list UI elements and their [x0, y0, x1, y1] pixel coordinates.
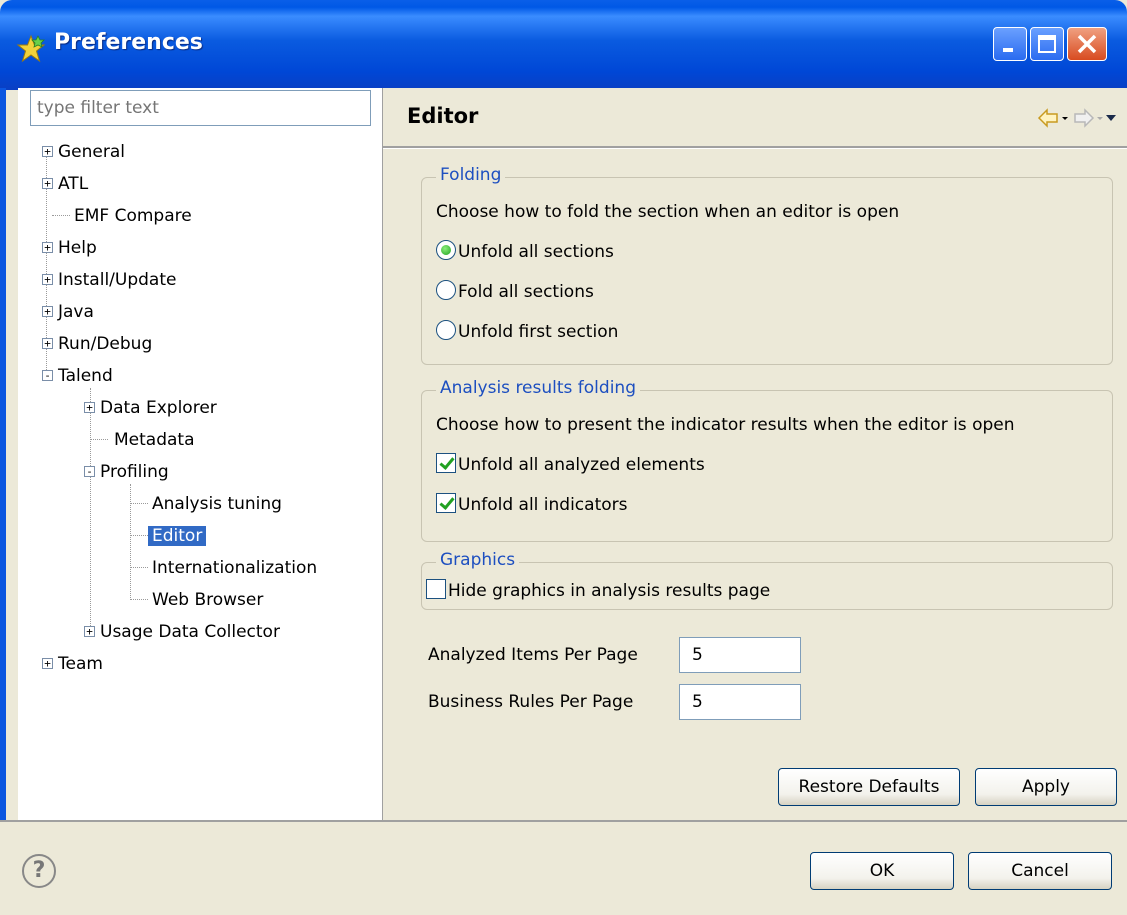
- tree-item-label: Metadata: [114, 430, 195, 450]
- tree-item-label: Usage Data Collector: [100, 622, 280, 642]
- tree-item-label: Web Browser: [152, 590, 264, 610]
- tree-item-label: ATL: [58, 174, 89, 194]
- maximize-button[interactable]: [1030, 27, 1064, 61]
- checkbox-icon[interactable]: [426, 579, 446, 599]
- tree-item-label: General: [58, 142, 125, 162]
- tree-line: [90, 439, 108, 440]
- back-dropdown-icon[interactable]: [1062, 117, 1068, 120]
- option-label: Fold all sections: [458, 282, 594, 302]
- back-arrow-icon[interactable]: [1037, 108, 1058, 128]
- tree-item-web-browser[interactable]: Web Browser: [152, 586, 263, 614]
- editor-preferences-page: Editor Folding Choose how to fold the se…: [383, 88, 1127, 820]
- radio-icon[interactable]: [436, 280, 456, 300]
- group-title: Analysis results folding: [436, 378, 640, 398]
- minimize-button[interactable]: [993, 27, 1027, 61]
- close-button[interactable]: [1067, 27, 1107, 61]
- tree-item-editor[interactable]: Editor: [148, 522, 207, 550]
- tree-item-label: Data Explorer: [100, 398, 217, 418]
- tree-item-analysis-tuning[interactable]: Analysis tuning: [152, 490, 282, 518]
- apply-button[interactable]: Apply: [975, 768, 1117, 806]
- star-icon: [16, 34, 46, 63]
- option-label: Hide graphics in analysis results page: [448, 581, 771, 601]
- group-description: Choose how to fold the section when an e…: [436, 202, 900, 222]
- group-title: Graphics: [436, 550, 520, 570]
- analyzed-items-field[interactable]: [679, 637, 801, 673]
- analysis-results-folding-group: Analysis results folding Choose how to p…: [421, 378, 1113, 542]
- header-divider: [383, 146, 1127, 149]
- radio-icon[interactable]: [436, 240, 456, 260]
- tree-item-internationalization[interactable]: Internationalization: [152, 554, 317, 582]
- help-icon[interactable]: ?: [22, 854, 56, 888]
- tree-item-label: Editor: [148, 526, 207, 546]
- expand-icon[interactable]: +: [42, 274, 53, 285]
- fold-all-sections-radio[interactable]: Fold all sections: [436, 279, 594, 305]
- group-description: Choose how to present the indicator resu…: [436, 415, 1015, 435]
- maximize-icon: [1038, 35, 1056, 53]
- forward-arrow-icon[interactable]: [1074, 108, 1095, 128]
- unfold-all-indicators-checkbox[interactable]: Unfold all indicators: [436, 492, 627, 518]
- tree-line: [130, 535, 148, 536]
- expand-icon[interactable]: +: [84, 626, 95, 637]
- collapse-icon[interactable]: -: [42, 370, 53, 381]
- view-menu-icon[interactable]: [1106, 115, 1116, 121]
- expand-icon[interactable]: +: [42, 658, 53, 669]
- tree-item-label: Run/Debug: [58, 334, 153, 354]
- preferences-tree-panel: + General + ATL EMF Compare + Help + Ins…: [18, 88, 383, 820]
- filter-input[interactable]: [30, 90, 371, 126]
- graphics-group: Graphics Hide graphics in analysis resul…: [421, 550, 1113, 610]
- tree-item-label: Java: [58, 302, 94, 322]
- expand-icon[interactable]: +: [42, 146, 53, 157]
- tree-line: [130, 567, 148, 568]
- window-frame: [0, 88, 6, 913]
- option-label: Unfold all sections: [458, 242, 614, 262]
- hide-graphics-checkbox[interactable]: Hide graphics in analysis results page: [426, 578, 770, 604]
- forward-dropdown-icon[interactable]: [1097, 117, 1103, 120]
- window-title: Preferences: [54, 30, 203, 55]
- expand-icon[interactable]: +: [42, 242, 53, 253]
- business-rules-field[interactable]: [679, 684, 801, 720]
- collapse-icon[interactable]: -: [84, 466, 95, 477]
- radio-icon[interactable]: [436, 320, 456, 340]
- cancel-button[interactable]: Cancel: [968, 852, 1112, 890]
- option-label: Unfold all analyzed elements: [458, 455, 705, 475]
- tree-line: [130, 599, 148, 600]
- business-rules-label: Business Rules Per Page: [428, 692, 634, 712]
- folding-group: Folding Choose how to fold the section w…: [421, 165, 1113, 365]
- option-label: Unfold all indicators: [458, 495, 628, 515]
- ok-button[interactable]: OK: [810, 852, 954, 890]
- tree-line: [130, 484, 131, 598]
- tree-item-label: Team: [58, 654, 103, 674]
- page-navigation: [1037, 108, 1116, 128]
- unfold-all-sections-radio[interactable]: Unfold all sections: [436, 239, 614, 265]
- tree-line: [52, 215, 70, 216]
- tree-item-label: Analysis tuning: [152, 494, 282, 514]
- unfold-all-analyzed-elements-checkbox[interactable]: Unfold all analyzed elements: [436, 452, 705, 478]
- expand-icon[interactable]: +: [42, 338, 53, 349]
- tree-item-label: Install/Update: [58, 270, 177, 290]
- checkbox-icon[interactable]: [436, 493, 456, 513]
- group-title: Folding: [436, 165, 506, 185]
- tree-line: [130, 503, 148, 504]
- expand-icon[interactable]: +: [84, 402, 95, 413]
- unfold-first-section-radio[interactable]: Unfold first section: [436, 319, 618, 345]
- tree-line: [90, 388, 91, 632]
- tree-item-label: Profiling: [100, 462, 169, 482]
- tree-item-label: Talend: [58, 366, 113, 386]
- restore-defaults-button[interactable]: Restore Defaults: [778, 768, 960, 806]
- title-bar[interactable]: Preferences: [0, 0, 1127, 90]
- expand-icon[interactable]: +: [42, 306, 53, 317]
- option-label: Unfold first section: [458, 322, 619, 342]
- close-icon: [1077, 34, 1097, 54]
- tree-item-label: EMF Compare: [74, 206, 192, 226]
- minimize-icon: [1003, 48, 1013, 52]
- checkbox-icon[interactable]: [436, 453, 456, 473]
- tree-item-label: Internationalization: [152, 558, 318, 578]
- dialog-button-bar: ? OK Cancel: [0, 820, 1127, 915]
- expand-icon[interactable]: +: [42, 178, 53, 189]
- tree-item-label: Help: [58, 238, 97, 258]
- analyzed-items-label: Analyzed Items Per Page: [428, 645, 638, 665]
- page-title: Editor: [407, 104, 479, 128]
